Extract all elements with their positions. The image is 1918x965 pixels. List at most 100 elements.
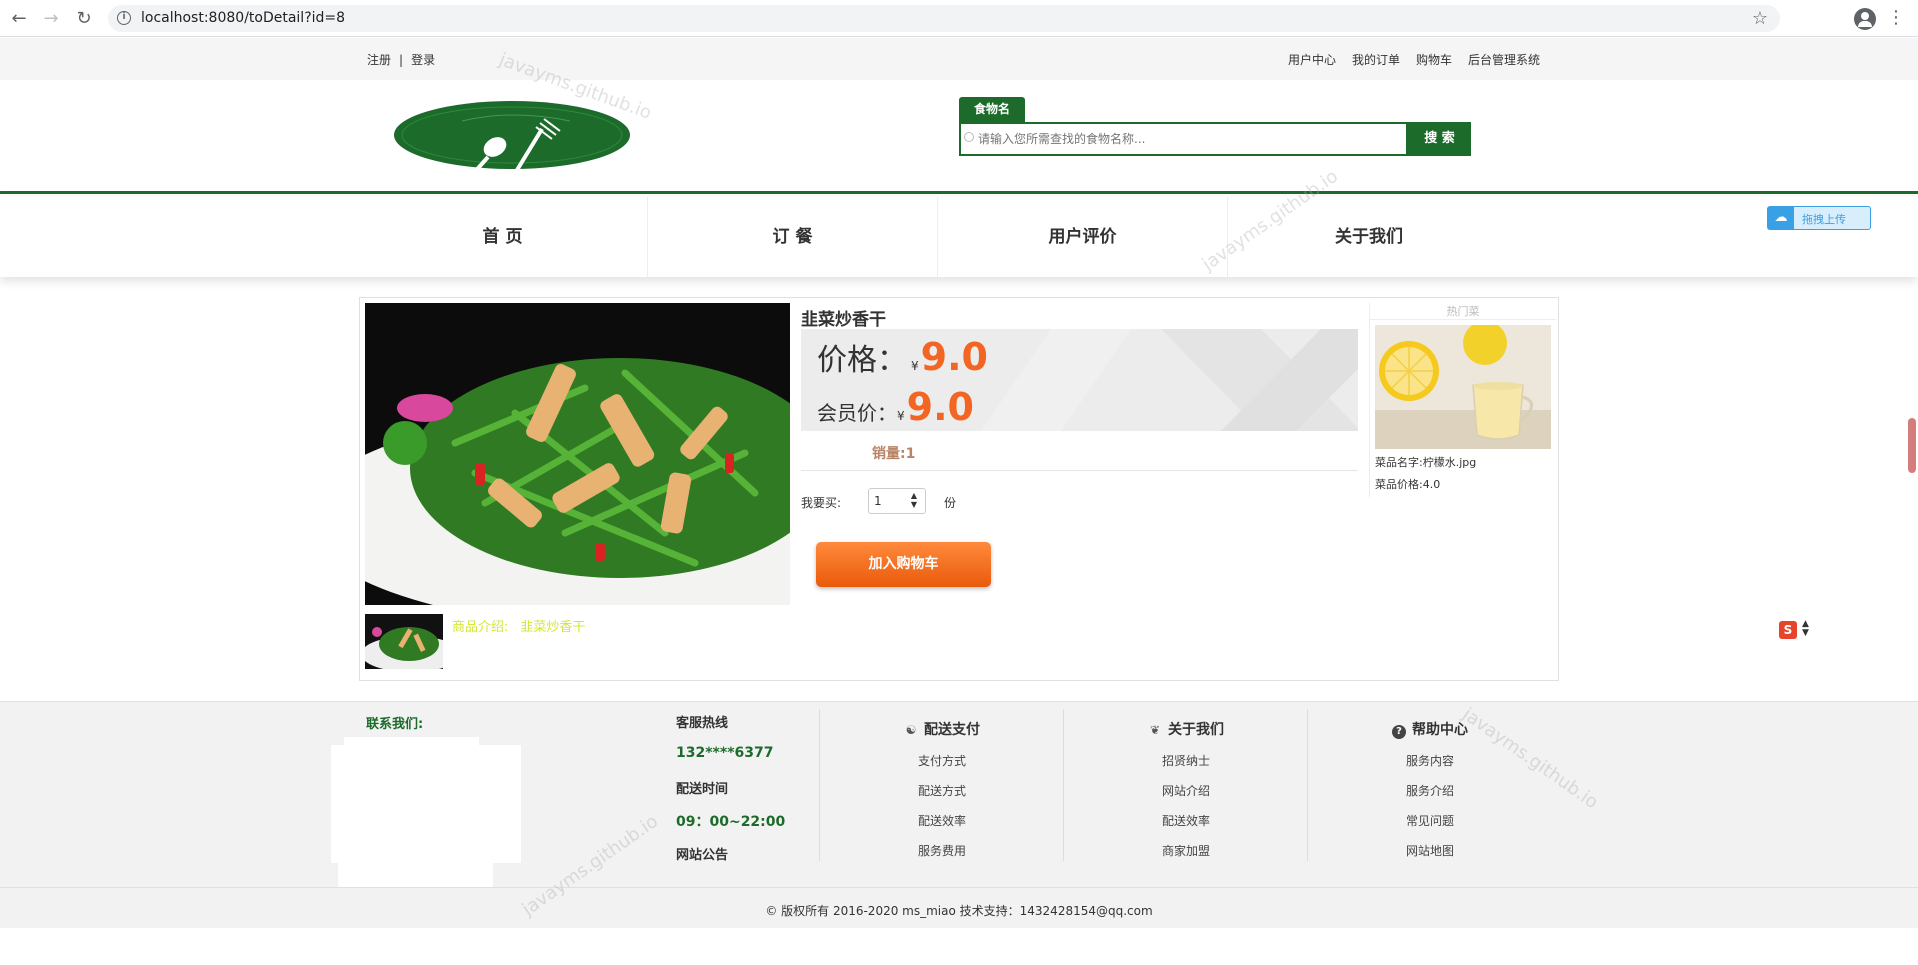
search-icon — [964, 132, 974, 142]
hot-dish-name: 菜品名字:柠檬水.jpg — [1375, 456, 1477, 469]
reload-icon[interactable]: ↻ — [73, 8, 95, 30]
footer-link[interactable]: 服务内容 — [1308, 752, 1552, 769]
member-price-currency: ¥ — [897, 409, 905, 423]
nav-order[interactable]: 订 餐 — [648, 197, 938, 277]
site-notice[interactable]: 网站公告 — [676, 844, 728, 863]
leaf-icon: ❦ — [1149, 723, 1161, 737]
footer-link[interactable]: 招贤纳士 — [1064, 752, 1308, 769]
top-utility-bar: 注册 | 登录 用户中心 我的订单 购物车 后台管理系统 — [0, 38, 1918, 80]
about-us-title: 关于我们 — [1168, 722, 1224, 738]
member-price-value: 9.0 — [906, 385, 974, 429]
copyright-bar: © 版权所有 2016-2020 ms_miao 技术支持：1432428154… — [0, 887, 1918, 928]
register-link[interactable]: 注册 — [367, 53, 391, 67]
site-logo[interactable] — [392, 99, 632, 177]
footer-column-about: ❦ 关于我们 招贤纳士 网站介绍 配送效率 商家加盟 — [1063, 709, 1307, 861]
footer-link[interactable]: 网站地图 — [1308, 842, 1552, 859]
member-price-label: 会员价： — [817, 401, 897, 425]
hot-dish-title: 热门菜 — [1370, 303, 1556, 320]
contact-image-placeholder — [331, 745, 521, 863]
site-header: 食物名 搜 索 — [0, 80, 1918, 194]
quantity-stepper[interactable]: 1 ▲ ▼ — [868, 488, 926, 514]
footer-link[interactable]: 商家加盟 — [1064, 842, 1308, 859]
dish-name: 韭菜炒香干 — [801, 310, 886, 330]
price-currency: ¥ — [911, 359, 919, 373]
footer-column-help: ? 帮助中心 服务内容 服务介绍 常见问题 网站地图 — [1307, 709, 1551, 861]
intro-text: 韭菜炒香干 — [520, 620, 586, 635]
footer-link[interactable]: 网站介绍 — [1064, 782, 1308, 799]
admin-link[interactable]: 后台管理系统 — [1468, 53, 1540, 67]
nav-reviews[interactable]: 用户评价 — [938, 197, 1228, 277]
menu-kebab-icon[interactable]: ⋮ — [1887, 8, 1905, 28]
price-value: 9.0 — [920, 335, 988, 379]
nav-home[interactable]: 首 页 — [358, 197, 648, 277]
product-intro: 商品介绍: 韭菜炒香干 — [452, 616, 597, 635]
info-icon[interactable]: i — [117, 11, 131, 25]
footer-link[interactable]: 常见问题 — [1308, 812, 1552, 829]
delivery-time: 09：00~22:00 — [676, 814, 786, 830]
dish-thumbnail[interactable] — [365, 614, 443, 669]
footer-column-title: ❦ 关于我们 — [1064, 719, 1308, 739]
chevron-updown-icon: ▲ ▼ — [1802, 619, 1809, 638]
dish-photo — [365, 303, 790, 605]
price-box: 价格： ¥9.0 会员价：¥9.0 — [801, 329, 1358, 431]
footer-link[interactable]: 配送方式 — [820, 782, 1064, 799]
divider — [801, 470, 1358, 471]
profile-avatar-icon[interactable] — [1854, 8, 1876, 30]
input-method-widget[interactable]: S ▲ ▼ — [1770, 619, 1818, 641]
login-link[interactable]: 登录 — [411, 53, 435, 67]
help-center-title: 帮助中心 — [1412, 722, 1468, 738]
sales-count: 销量:1 — [872, 446, 916, 462]
hotline-label: 客服热线 — [676, 716, 729, 731]
footer-column-delivery: ☯ 配送支付 支付方式 配送方式 配送效率 服务费用 — [819, 709, 1063, 861]
contact-image-placeholder — [344, 737, 479, 745]
spinner-arrows-icon[interactable]: ▲ ▼ — [911, 491, 917, 509]
search-box — [959, 122, 1408, 156]
back-icon[interactable]: ← — [8, 8, 30, 30]
search-tab-food-name[interactable]: 食物名 — [959, 97, 1025, 122]
cloud-icon: ☁ — [1768, 207, 1794, 229]
footer-link[interactable]: 支付方式 — [820, 752, 1064, 769]
intro-label: 商品介绍: — [452, 620, 509, 635]
footer-link[interactable]: 服务费用 — [820, 842, 1064, 859]
question-icon: ? — [1392, 725, 1406, 739]
footer-link[interactable]: 配送效率 — [1064, 812, 1308, 829]
footer-column-title: ☯ 配送支付 — [820, 719, 1064, 739]
quantity-unit: 份 — [944, 496, 957, 510]
upload-label: 拖拽上传 — [1802, 213, 1846, 226]
footer-link[interactable]: 配送效率 — [820, 812, 1064, 829]
url-text: localhost:8080/toDetail?id=8 — [141, 10, 346, 26]
add-to-cart-button[interactable]: 加入购物车 — [816, 542, 991, 587]
copyright-text: © 版权所有 2016-2020 ms_miao 技术支持：1432428154… — [765, 904, 1153, 918]
delivery-payment-title: 配送支付 — [924, 722, 980, 738]
hot-dish-image[interactable] — [1375, 325, 1551, 449]
footer-link[interactable]: 服务介绍 — [1308, 782, 1552, 799]
bike-icon: ☯ — [905, 723, 917, 737]
nav-about[interactable]: 关于我们 — [1224, 197, 1514, 277]
address-bar[interactable]: i localhost:8080/toDetail?id=8 ☆ — [108, 5, 1780, 32]
quantity-value: 1 — [874, 494, 882, 508]
drag-upload-button[interactable]: ☁ 拖拽上传 — [1767, 206, 1871, 230]
forward-icon[interactable]: → — [40, 8, 62, 30]
hot-dish-sidebar: 热门菜 菜品名字:柠檬水.jpg 菜品价格:4.0 — [1369, 303, 1556, 497]
product-detail-panel: 商品介绍: 韭菜炒香干 韭菜炒香干 价格： ¥9.0 会员价：¥9.0 销量:1 我… — [359, 297, 1559, 681]
scrollbar-thumb[interactable] — [1908, 418, 1916, 473]
price-row: 价格： ¥9.0 — [817, 335, 988, 379]
my-orders-link[interactable]: 我的订单 — [1352, 53, 1400, 67]
user-center-link[interactable]: 用户中心 — [1288, 53, 1336, 67]
contact-us-title: 联系我们: — [366, 717, 424, 732]
sogou-s-icon: S — [1779, 621, 1797, 639]
browser-toolbar: ← → ↻ i localhost:8080/toDetail?id=8 ☆ ⋮ — [0, 0, 1918, 37]
cart-link[interactable]: 购物车 — [1416, 53, 1452, 67]
member-price-row: 会员价：¥9.0 — [817, 385, 974, 429]
quantity-label: 我要买: — [801, 496, 842, 510]
delivery-time-label: 配送时间 — [676, 782, 729, 797]
price-label: 价格： — [817, 343, 907, 378]
bookmark-star-icon[interactable]: ☆ — [1752, 8, 1768, 29]
search-button[interactable]: 搜 索 — [1408, 122, 1471, 156]
footer-column-title: ? 帮助中心 — [1308, 719, 1552, 739]
search-input[interactable] — [976, 128, 1396, 150]
main-nav: 首 页 订 餐 用户评价 关于我们 — [0, 197, 1918, 277]
hot-dish-price: 菜品价格:4.0 — [1375, 478, 1441, 491]
hotline-number: 132****6377 — [676, 745, 774, 761]
footer: 联系我们: 客服热线 132****6377 配送时间 09：00~22:00 … — [0, 701, 1918, 917]
